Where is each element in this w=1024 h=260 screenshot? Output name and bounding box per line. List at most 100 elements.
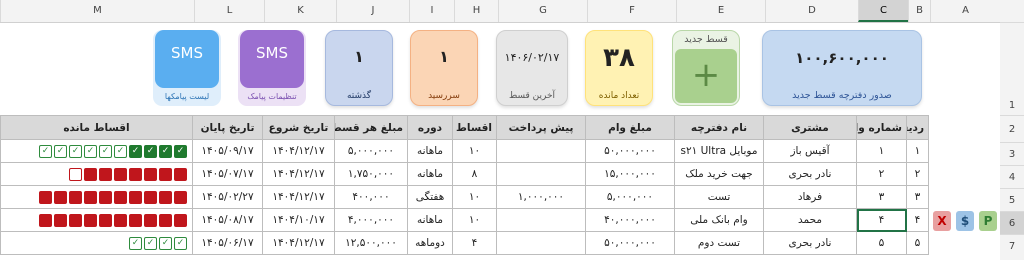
installment-checkbox[interactable]: ✓ bbox=[129, 144, 142, 158]
cell-end-date[interactable]: ۱۴۰۵/۰۶/۱۷ bbox=[192, 231, 263, 255]
installment-checkbox[interactable]: ✓ bbox=[99, 144, 112, 158]
cell-end-date[interactable]: ۱۴۰۵/۰۷/۱۷ bbox=[192, 162, 263, 186]
cell-installments[interactable]: ۴ bbox=[452, 231, 497, 255]
column-header-m[interactable]: M bbox=[0, 0, 194, 22]
installment-checkbox[interactable] bbox=[174, 213, 187, 227]
cell-installments[interactable]: ۱۰ bbox=[452, 208, 497, 232]
paid-row-button[interactable]: P bbox=[979, 211, 997, 231]
cell-start-date[interactable]: ۱۴۰۴/۱۲/۱۷ bbox=[262, 231, 335, 255]
cell-booklet-name[interactable]: موبایل s۲۱ Ultra bbox=[674, 139, 764, 163]
cell-loan-amount[interactable]: ۵۰,۰۰۰,۰۰۰ bbox=[585, 231, 675, 255]
installment-checkbox[interactable] bbox=[114, 167, 127, 181]
cell-loan-amount[interactable]: ۴۰,۰۰۰,۰۰۰ bbox=[585, 208, 675, 232]
installment-checkbox[interactable] bbox=[144, 190, 157, 204]
cell-customer[interactable]: فرهاد bbox=[763, 185, 857, 209]
installment-checkbox[interactable]: ✓ bbox=[129, 236, 142, 250]
row-header-5[interactable]: 5 bbox=[1000, 188, 1024, 211]
cell-period[interactable]: هفتگی bbox=[407, 185, 453, 209]
installment-checkbox[interactable]: ✓ bbox=[159, 236, 172, 250]
installment-checkbox[interactable] bbox=[39, 213, 52, 227]
column-header-g[interactable]: G bbox=[498, 0, 587, 22]
installment-checkbox[interactable] bbox=[54, 213, 67, 227]
installment-checkbox[interactable] bbox=[69, 213, 82, 227]
installment-checkbox[interactable]: ✓ bbox=[69, 144, 82, 158]
installment-checkbox[interactable]: ✓ bbox=[174, 236, 187, 250]
cell-end-date[interactable]: ۱۴۰۵/۰۹/۱۷ bbox=[192, 139, 263, 163]
cell-installments[interactable]: ۱۰ bbox=[452, 185, 497, 209]
cell-booklet-name[interactable]: وام بانک ملی bbox=[674, 208, 764, 232]
installment-checkbox[interactable]: ✓ bbox=[174, 144, 187, 158]
cell-installment-amount[interactable]: ۵,۰۰۰,۰۰۰ bbox=[334, 139, 408, 163]
cell-loan-amount[interactable]: ۱۵,۰۰۰,۰۰۰ bbox=[585, 162, 675, 186]
installment-checkbox[interactable]: ✓ bbox=[144, 144, 157, 158]
installment-checkbox[interactable] bbox=[99, 167, 112, 181]
cell-period[interactable]: ماهانه bbox=[407, 162, 453, 186]
column-header-c[interactable]: C bbox=[858, 0, 908, 22]
cell-customer[interactable]: آقیس باز bbox=[763, 139, 857, 163]
installment-checkbox[interactable]: ✓ bbox=[54, 144, 67, 158]
column-header-i[interactable]: I bbox=[409, 0, 454, 22]
delete-row-button[interactable]: X bbox=[933, 211, 951, 231]
column-header-j[interactable]: J bbox=[336, 0, 409, 22]
cell-down-payment[interactable] bbox=[496, 139, 586, 163]
installment-checkbox[interactable] bbox=[144, 167, 157, 181]
cell-row-number[interactable]: ۴ bbox=[906, 208, 929, 232]
issue-new-booklet-tile[interactable]: ۱۰۰,۶۰۰,۰۰۰ صدور دفترچه قسط جدید bbox=[762, 30, 922, 106]
pay-row-button[interactable]: $ bbox=[956, 211, 974, 231]
cell-installment-amount[interactable]: ۴۰۰,۰۰۰ bbox=[334, 185, 408, 209]
cell-booklet-name[interactable]: تست دوم bbox=[674, 231, 764, 255]
column-header-d[interactable]: D bbox=[765, 0, 858, 22]
cell-row-number[interactable]: ۳ bbox=[906, 185, 929, 209]
cell-end-date[interactable]: ۱۴۰۵/۰۸/۱۷ bbox=[192, 208, 263, 232]
sms-settings-tile[interactable]: SMS تنظیمات پیامک bbox=[238, 30, 306, 106]
installment-checkbox[interactable] bbox=[54, 190, 67, 204]
cell-start-date[interactable]: ۱۴۰۴/۱۲/۱۷ bbox=[262, 162, 335, 186]
cell-start-date[interactable]: ۱۴۰۴/۱۲/۱۷ bbox=[262, 185, 335, 209]
cell-down-payment[interactable]: ۱,۰۰۰,۰۰۰ bbox=[496, 185, 586, 209]
cell-installment-amount[interactable]: ۴,۰۰۰,۰۰۰ bbox=[334, 208, 408, 232]
column-header-l[interactable]: L bbox=[194, 0, 264, 22]
installment-checkbox[interactable] bbox=[144, 213, 157, 227]
cell-booklet-name[interactable]: جهت خرید ملک bbox=[674, 162, 764, 186]
installment-checkbox[interactable] bbox=[129, 213, 142, 227]
cell-row-number[interactable]: ۵ bbox=[906, 231, 929, 255]
installment-checkbox[interactable] bbox=[129, 167, 142, 181]
installment-checkbox[interactable] bbox=[69, 190, 82, 204]
installment-checkbox[interactable] bbox=[39, 190, 52, 204]
row-header-4[interactable]: 4 bbox=[1000, 165, 1024, 188]
column-header-b[interactable]: B bbox=[908, 0, 930, 22]
row-header-7[interactable]: 7 bbox=[1000, 234, 1024, 260]
cell-loan-number[interactable]: ۳ bbox=[856, 185, 907, 209]
installment-checkbox[interactable]: ✓ bbox=[159, 144, 172, 158]
sms-settings-button[interactable]: SMS bbox=[240, 30, 304, 88]
cell-period[interactable]: ماهانه bbox=[407, 208, 453, 232]
row-header-3[interactable]: 3 bbox=[1000, 142, 1024, 165]
cell-row-number[interactable]: ۲ bbox=[906, 162, 929, 186]
column-header-e[interactable]: E bbox=[676, 0, 765, 22]
cell-installments[interactable]: ۸ bbox=[452, 162, 497, 186]
cell-down-payment[interactable] bbox=[496, 231, 586, 255]
cell-down-payment[interactable] bbox=[496, 162, 586, 186]
cell-period[interactable]: ماهانه bbox=[407, 139, 453, 163]
column-header-a[interactable]: A bbox=[930, 0, 1000, 22]
cell-installment-amount[interactable]: ۱,۷۵۰,۰۰۰ bbox=[334, 162, 408, 186]
cell-loan-amount[interactable]: ۵,۰۰۰,۰۰۰ bbox=[585, 185, 675, 209]
cell-start-date[interactable]: ۱۴۰۴/۱۲/۱۷ bbox=[262, 139, 335, 163]
installment-checkbox[interactable]: ✓ bbox=[114, 144, 127, 158]
installment-checkbox[interactable]: ✓ bbox=[144, 236, 157, 250]
due-tile[interactable]: ۱ سررسید bbox=[410, 30, 478, 106]
installment-checkbox[interactable] bbox=[99, 190, 112, 204]
overdue-tile[interactable]: ۱ گذشته bbox=[325, 30, 393, 106]
row-header-6[interactable]: 6 bbox=[1000, 211, 1024, 234]
installment-checkbox[interactable] bbox=[84, 190, 97, 204]
installment-checkbox[interactable] bbox=[159, 190, 172, 204]
cell-start-date[interactable]: ۱۴۰۴/۱۰/۱۷ bbox=[262, 208, 335, 232]
installment-checkbox[interactable] bbox=[174, 190, 187, 204]
cell-installment-amount[interactable]: ۱۲,۵۰۰,۰۰۰ bbox=[334, 231, 408, 255]
column-header-f[interactable]: F bbox=[587, 0, 676, 22]
add-installment-button[interactable]: + bbox=[675, 49, 737, 103]
cell-end-date[interactable]: ۱۴۰۵/۰۲/۲۷ bbox=[192, 185, 263, 209]
cell-customer[interactable]: نادر بحری bbox=[763, 231, 857, 255]
cell-customer[interactable]: نادر بحری bbox=[763, 162, 857, 186]
row-header-2[interactable]: 2 bbox=[1000, 115, 1024, 142]
